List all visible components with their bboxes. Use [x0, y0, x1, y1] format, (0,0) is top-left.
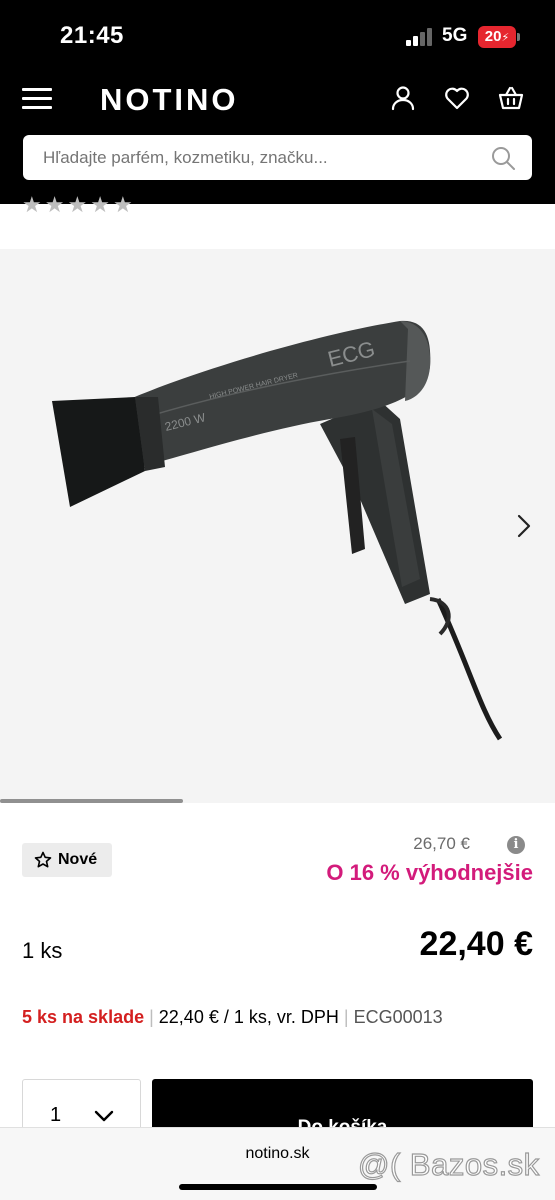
account-icon[interactable] — [389, 84, 417, 112]
product-gallery[interactable]: ECG HIGH POWER HAIR DRYER 2200 W — [0, 249, 555, 802]
battery-icon: 20⚡ — [478, 26, 520, 48]
hair-dryer-image: ECG HIGH POWER HAIR DRYER 2200 W — [52, 320, 503, 741]
cart-basket-icon[interactable] — [497, 84, 525, 112]
network-label: 5G — [442, 25, 468, 46]
quantity-value: 1 — [50, 1104, 62, 1126]
info-icon[interactable]: i — [507, 836, 525, 854]
watermark: @( Bazos.sk — [357, 1146, 540, 1182]
site-logo[interactable]: NOTINO — [100, 82, 239, 118]
search-input[interactable] — [43, 135, 483, 180]
star-icon: ★ — [22, 192, 42, 217]
search-bar — [23, 135, 532, 180]
top-nav: NOTINO — [0, 72, 555, 128]
chevron-right-icon[interactable] — [513, 511, 535, 541]
old-price: 26,70 € — [413, 834, 470, 853]
unit-price: 22,40 € / 1 ks, vr. DPH — [158, 1007, 339, 1027]
star-outline-icon — [34, 851, 52, 868]
stock-status: 5 ks na sklade — [22, 1007, 145, 1027]
site-header: 21:45 5G 20⚡ NOTINO — [0, 0, 555, 204]
menu-icon[interactable] — [22, 88, 52, 110]
search-icon[interactable] — [490, 145, 516, 171]
star-icon: ★ — [67, 192, 88, 217]
home-indicator — [179, 1184, 377, 1190]
new-badge: Nové — [22, 843, 112, 877]
status-bar: 21:45 5G 20⚡ — [0, 0, 555, 72]
rating-stars: ★ ★ ★ ★ ★ — [22, 192, 133, 217]
gallery-progress-fill — [0, 799, 184, 803]
star-icon: ★ — [90, 192, 110, 217]
status-time: 21:45 — [60, 22, 124, 49]
stock-info: 5 ks na sklade | 22,40 € / 1 ks, vr. DPH | E… — [22, 1007, 443, 1027]
gallery-progress — [0, 799, 555, 803]
wishlist-heart-icon[interactable] — [443, 84, 471, 112]
star-icon: ★ — [44, 192, 65, 217]
discount-label: O 16 % výhodnejšie — [326, 860, 533, 885]
signal-icon — [406, 28, 434, 46]
chevron-down-icon — [94, 1110, 114, 1122]
star-icon: ★ — [112, 192, 133, 217]
badge-label: Nové — [58, 851, 98, 868]
package-size: 1 ks — [22, 938, 63, 963]
product-price: 22,40 € — [419, 925, 533, 963]
battery-level: 20 — [484, 28, 502, 45]
product-code: ECG00013 — [353, 1007, 443, 1027]
